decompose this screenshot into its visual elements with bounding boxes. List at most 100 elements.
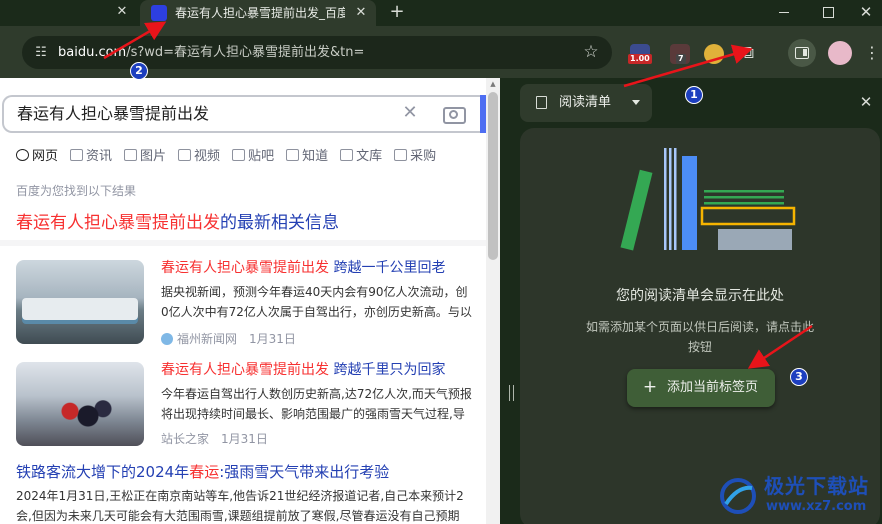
dropdown-label: 阅读清单	[559, 95, 612, 110]
new-tab-button[interactable]: +	[386, 1, 408, 23]
news-meta: 站长之家 1月31日	[161, 431, 268, 447]
watermark-url: www.xz7.com	[766, 499, 867, 514]
watermark: 极光下载站 www.xz7.com	[718, 472, 878, 520]
extension-icon[interactable]: 7	[670, 44, 690, 64]
close-icon[interactable]: ✕	[855, 91, 877, 113]
article-title[interactable]: 铁路客流大增下的2024年春运:强雨雪天气带来出行考验	[16, 461, 389, 483]
step-badge-1: 1	[685, 86, 703, 104]
article-title-highlight: 春运	[189, 463, 220, 481]
scroll-up-icon[interactable]: ▲	[489, 80, 497, 88]
watermark-name: 极光下载站	[764, 474, 869, 498]
window-close-button[interactable]: ✕	[856, 1, 876, 23]
address-bar[interactable]: ☷ baidu.com/s?wd=春运有人担心暴雪提前出发&tn= ☆	[22, 36, 612, 69]
site-info-icon[interactable]: ☷	[32, 44, 50, 62]
tab-label: 文库	[356, 149, 383, 164]
tab-images[interactable]: 图片	[124, 147, 166, 167]
plus-icon: +	[642, 377, 658, 397]
news-date: 1月31日	[249, 332, 296, 346]
news-title[interactable]: 春运有人担心暴雪提前出发 跨越一千公里回老	[161, 258, 445, 278]
avatar[interactable]	[828, 41, 852, 65]
tab-strip: ✕ 春运有人担心暴雪提前出发_百度 ✕ + ✕	[0, 0, 882, 26]
clear-icon[interactable]: ✕	[398, 101, 422, 125]
tab-label: 采购	[410, 149, 437, 164]
news-meta: 福州新闻网 1月31日	[161, 331, 296, 347]
tab-label: 图片	[140, 149, 167, 164]
tab-label: 视频	[194, 149, 221, 164]
camera-icon[interactable]	[441, 101, 466, 125]
document-icon	[340, 149, 354, 161]
minimize-button[interactable]	[774, 3, 794, 21]
news-icon	[70, 149, 84, 161]
url-text[interactable]: baidu.com/s?wd=春运有人担心暴雪提前出发&tn=	[58, 43, 578, 63]
headline-highlight: 春运有人担心暴雪提前出发	[16, 213, 220, 233]
news-source: 站长之家	[161, 432, 210, 446]
search-tabs: 网页 资讯 图片 视频 贴吧 知道 文库 采购	[16, 145, 448, 165]
news-snippet: 将出现持续时间最长、影响范围最广的强雨雪天气过程,导	[161, 407, 465, 421]
article-snippet: 会,但因为未来几天可能会有大范围雨雪,课题组提前放了寒假,尽管春运没有自己预期	[16, 509, 460, 523]
article-title-prefix: 铁路客流大增下的2024年	[16, 463, 190, 481]
image-icon	[124, 149, 138, 161]
maximize-button[interactable]	[818, 3, 838, 21]
news-title[interactable]: 春运有人担心暴雪提前出发 跨越千里只为回家	[161, 360, 445, 380]
cat-extension-icon[interactable]	[704, 44, 724, 64]
news-title-rest: 跨越千里只为回家	[329, 362, 446, 378]
video-icon	[178, 149, 192, 161]
search-input[interactable]: 春运有人担心暴雪提前出发 ✕	[2, 95, 484, 133]
tab-tieba[interactable]: 贴吧	[232, 147, 274, 167]
headline-rest: 的最新相关信息	[220, 213, 339, 233]
tab-zhidao[interactable]: 知道	[286, 147, 328, 167]
extension-badge: 1.00	[628, 54, 652, 64]
tab-news[interactable]: 资讯	[70, 147, 112, 167]
article-snippet: 2024年1月31日,王松正在南京南站等车,他告诉21世纪经济报道记者,自己本来…	[16, 489, 464, 503]
news-snippet: 今年春运自驾出行人数创历史新高,达72亿人次,而天气预报	[161, 387, 472, 401]
url-host: baidu.com	[58, 45, 127, 60]
add-current-tab-button[interactable]: + 添加当前标签页	[627, 369, 775, 407]
news-snippet: 0亿人次中有72亿人次属于自驾出行，亦创历史新高。与以	[161, 305, 472, 319]
tab-wenku[interactable]: 文库	[340, 147, 382, 167]
news-thumbnail[interactable]	[16, 260, 144, 344]
bookmark-star-icon[interactable]: ☆	[580, 41, 602, 63]
empty-state-description: 如需添加某个页面以供日后阅读，请点击此按钮	[585, 320, 814, 354]
tab-close-icon[interactable]: ✕	[352, 4, 370, 22]
news-date: 1月31日	[221, 432, 268, 446]
url-path: /s?wd=春运有人担心暴雪提前出发&tn=	[126, 45, 365, 60]
news-snippet: 据央视新闻，预测今年春运40天内会有90亿人次流动，创	[161, 285, 468, 299]
side-panel-toggle[interactable]	[788, 39, 816, 67]
article-title-suffix: :强雨雪天气带来出行考验	[219, 463, 390, 481]
news-source: 福州新闻网	[177, 332, 238, 346]
books-illustration-icon	[620, 148, 796, 251]
extensions-puzzle-icon[interactable]: ⧉	[736, 41, 760, 65]
web-page: 春运有人担心暴雪提前出发 ✕ 网页 资讯 图片 视频 贴吧 知道 文库 采购 百度为您找到以下…	[0, 78, 486, 524]
reading-list-dropdown[interactable]: 阅读清单	[520, 84, 652, 122]
news-thumbnail[interactable]	[16, 362, 144, 446]
tab-web[interactable]: 网页	[16, 147, 58, 167]
browser-window: ✕ 春运有人担心暴雪提前出发_百度 ✕ + ✕ ☷ baidu.com/s?wd…	[0, 0, 882, 524]
headline-link[interactable]: 春运有人担心暴雪提前出发的最新相关信息	[16, 212, 339, 234]
extension-icon[interactable]: 1.00	[628, 44, 652, 64]
news-title-rest: 跨越一千公里回老	[329, 260, 446, 276]
tab-active[interactable]: 春运有人担心暴雪提前出发_百度 ✕	[140, 0, 376, 26]
close-icon[interactable]: ✕	[113, 3, 131, 21]
baidu-favicon-icon	[151, 5, 167, 21]
tab-video[interactable]: 视频	[178, 147, 220, 167]
source-logo-icon	[161, 333, 173, 345]
tab-label: 知道	[302, 149, 329, 164]
menu-dots-icon[interactable]: ⋮	[864, 41, 880, 65]
news-title-highlight: 春运有人担心暴雪提前出发	[161, 260, 329, 276]
watermark-logo-icon	[720, 478, 756, 514]
panel-splitter	[500, 78, 514, 524]
shopping-icon	[394, 149, 408, 161]
news-title-highlight: 春运有人担心暴雪提前出发	[161, 362, 329, 378]
tab-label: 网页	[32, 149, 59, 164]
step-badge-2: 2	[130, 62, 148, 80]
tab-label: 资讯	[86, 149, 113, 164]
reading-list-icon	[536, 96, 547, 109]
extension-badge: 7	[676, 54, 686, 64]
scrollbar-thumb[interactable]	[488, 92, 498, 260]
tab-caigou[interactable]: 采购	[394, 147, 436, 167]
step-badge-3: 3	[790, 368, 808, 386]
reading-list-card: 您的阅读清单会显示在此处 如需添加某个页面以供日后阅读，请点击此按钮 + 添加当…	[520, 128, 880, 524]
tieba-icon	[232, 149, 246, 161]
search-icon	[16, 149, 29, 161]
tab-title: 春运有人担心暴雪提前出发_百度	[175, 6, 345, 20]
